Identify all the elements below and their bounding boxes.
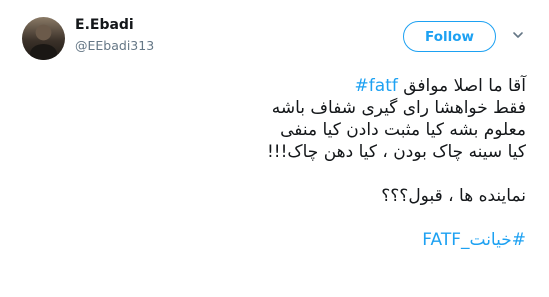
tweet-line: آقا ما اصلا موافق #fatf bbox=[36, 75, 526, 97]
line-spacer bbox=[36, 163, 526, 185]
follow-button[interactable]: Follow bbox=[403, 21, 496, 52]
hashtag-link[interactable]: #fatf bbox=[355, 76, 398, 96]
avatar[interactable] bbox=[22, 17, 65, 60]
tweet-line: کیا سینه چاک بودن ، کیا دهن چاک!!! bbox=[266, 142, 526, 162]
hashtag-link[interactable]: #خیانت_FATF bbox=[422, 230, 526, 250]
author-name[interactable]: E.Ebadi bbox=[75, 17, 134, 33]
tweet-line-text: آقا ما اصلا موافق bbox=[397, 76, 526, 96]
tweet-line: فقط خواهشا رای گیری شفاف باشه bbox=[271, 98, 526, 118]
chevron-down-icon[interactable] bbox=[512, 30, 524, 40]
tweet-line: #خیانت_FATF bbox=[36, 229, 526, 251]
tweet-line: معلوم بشه کیا مثبت دادن کیا منفی bbox=[280, 120, 526, 140]
avatar-figure bbox=[30, 44, 57, 60]
author-handle[interactable]: @EEbadi313 bbox=[75, 38, 154, 53]
tweet-line: نماینده ها ، قبول؟؟؟ bbox=[381, 186, 526, 206]
line-spacer bbox=[36, 207, 526, 229]
tweet-text: آقا ما اصلا موافق #fatf فقط خواهشا رای گ… bbox=[36, 75, 526, 251]
